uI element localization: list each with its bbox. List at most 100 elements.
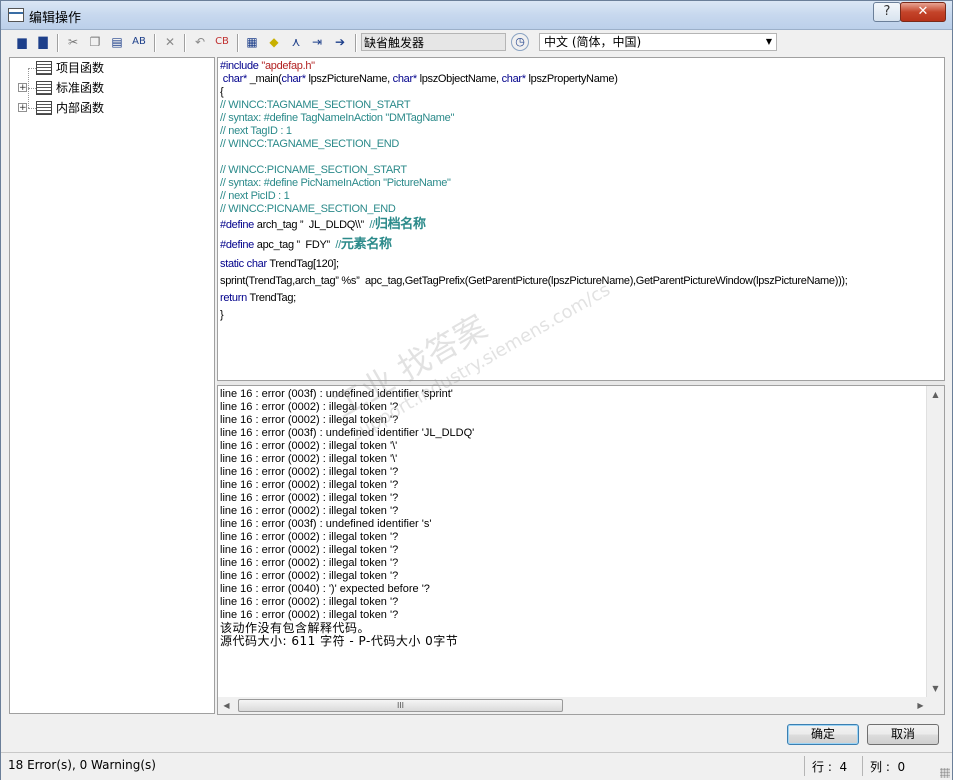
import-icon[interactable]: ⇥ <box>309 34 325 50</box>
code-token: // syntax: #define TagNameInAction "DMTa… <box>220 112 455 124</box>
code-token: arch_tag ” JL_DLDQ\\” <box>256 219 370 231</box>
expand-icon[interactable]: + <box>18 83 27 93</box>
scroll-up-icon[interactable]: ▲ <box>927 386 944 403</box>
vertical-scrollbar[interactable]: ▲ ▼ <box>926 386 944 697</box>
code-token: lpszObjectName, <box>419 73 502 85</box>
tree-item-label: 内部函数 <box>56 101 105 115</box>
object-icon[interactable]: ◆ <box>266 34 282 50</box>
scroll-corner <box>927 697 944 714</box>
code-line: // next PicID : 1 <box>220 190 290 203</box>
scroll-down-icon[interactable]: ▼ <box>927 680 944 697</box>
close-button[interactable]: ✕ <box>900 2 946 22</box>
cancel-button[interactable]: 取消 <box>867 724 939 745</box>
code-token: char* <box>392 73 420 85</box>
code-token: // WINCC:TAGNAME_SECTION_START <box>220 99 411 111</box>
copy-icon[interactable]: ❐ <box>87 34 103 50</box>
ok-button[interactable]: 确定 <box>787 724 859 745</box>
scroll-thumb[interactable]: III <box>238 699 563 712</box>
tree-line <box>28 68 36 69</box>
tree-item-label: 标准函数 <box>56 81 105 95</box>
save-all-icon[interactable]: ▇ <box>35 34 51 50</box>
code-token: // next PicID : 1 <box>220 190 290 202</box>
code-token: #include <box>220 60 262 72</box>
trigger-field[interactable]: 缺省触发器 <box>361 33 506 51</box>
status-divider <box>804 756 805 776</box>
error-line: line 16 : error (0002) : illegal token '… <box>220 492 399 504</box>
tree-item-label: 项目函数 <box>56 61 105 75</box>
function-folder-icon <box>36 81 52 95</box>
code-token: char* <box>281 73 309 85</box>
code-token: TrendTag; <box>249 292 297 304</box>
tree-item-standard-functions[interactable]: + 标准函数 <box>10 79 210 97</box>
save-icon[interactable]: ▆ <box>14 34 30 50</box>
code-token: return <box>220 292 250 304</box>
code-token: "apdefap.h" <box>261 60 315 72</box>
status-divider <box>862 756 863 776</box>
function-icon[interactable]: ⋏ <box>288 34 304 50</box>
code-line: // syntax: #define TagNameInAction "DMTa… <box>220 112 454 125</box>
cut-icon[interactable]: ✂ <box>65 34 81 50</box>
error-summary: 18 Error(s), 0 Warning(s) <box>8 758 156 772</box>
export-icon[interactable]: ➔ <box>332 34 348 50</box>
window-icon <box>8 8 24 22</box>
code-line: #define arch_tag ” JL_DLDQ\\” //归档名称 <box>220 218 426 232</box>
horizontal-scrollbar[interactable]: ◀ III ▶ <box>218 697 929 714</box>
compile-icon[interactable]: CB <box>214 34 230 50</box>
delete-icon[interactable]: ✕ <box>162 34 178 50</box>
code-token: } <box>220 309 224 321</box>
function-tree: 项目函数 + 标准函数 + 内部函数 <box>9 57 215 714</box>
toolbar-separator <box>355 34 357 52</box>
code-line: // WINCC:TAGNAME_SECTION_START <box>220 99 411 112</box>
code-token: char* <box>501 73 529 85</box>
code-line: // WINCC:TAGNAME_SECTION_END <box>220 138 399 151</box>
toolbar: ▆ ▇ ✂ ❐ ▤ AB ✕ ↶ CB ▦ ◆ ⋏ ⇥ ➔ 缺省触发器 ◷ 中文… <box>1 30 952 55</box>
code-token: #define <box>220 219 257 231</box>
code-token: _main( <box>249 73 282 85</box>
code-line: // WINCC:PICNAME_SECTION_START <box>220 164 407 177</box>
code-token: { <box>220 86 224 98</box>
code-token: lpszPictureName, <box>308 73 393 85</box>
function-folder-icon <box>36 61 52 75</box>
code-token: // WINCC:TAGNAME_SECTION_END <box>220 138 400 150</box>
error-line: line 16 : error (0002) : illegal token '… <box>220 531 399 543</box>
code-token: #define <box>220 239 257 251</box>
error-line: line 16 : error (0002) : illegal token '… <box>220 544 399 556</box>
column-indicator: 列 : 0 <box>870 760 906 774</box>
language-value: 中文 (简体，中国) <box>544 35 642 49</box>
code-line: static char TrendTag[120]; <box>220 258 339 271</box>
output-note: 源代码大小: 611 字符 - P-代码大小 0字节 <box>220 634 459 648</box>
code-token: TrendTag[120]; <box>269 258 339 270</box>
scroll-left-icon[interactable]: ◀ <box>218 697 235 714</box>
tags-icon[interactable]: ▦ <box>244 34 260 50</box>
undo-icon[interactable]: ↶ <box>192 34 208 50</box>
code-token: 归档名称 <box>374 217 426 232</box>
toolbar-separator <box>184 34 186 52</box>
replace-icon[interactable]: AB <box>131 34 147 50</box>
code-token: char* <box>220 73 250 85</box>
timer-icon[interactable]: ◷ <box>511 33 529 51</box>
code-line: // WINCC:PICNAME_SECTION_END <box>220 203 396 216</box>
error-line: line 16 : error (0002) : illegal token '… <box>220 557 399 569</box>
code-token: apc_tag ” FDY” <box>256 239 336 251</box>
code-line: } <box>220 309 224 322</box>
tree-line <box>28 88 36 89</box>
error-line: line 16 : error (0002) : illegal token '… <box>220 570 399 582</box>
toolbar-separator <box>57 34 59 52</box>
expand-icon[interactable]: + <box>18 103 27 113</box>
code-line: // next TagID : 1 <box>220 125 292 138</box>
code-line: char* _main(char* lpszPictureName, char*… <box>220 73 618 86</box>
tree-item-project-functions[interactable]: 项目函数 <box>10 59 210 77</box>
title-bar: 编辑操作 ? ✕ <box>1 1 952 30</box>
code-line: #define apc_tag ” FDY” //元素名称 <box>220 238 392 252</box>
code-token: 元素名称 <box>340 237 392 252</box>
code-line: // syntax: #define PicNameInAction "Pict… <box>220 177 451 190</box>
resize-grip[interactable] <box>940 768 950 778</box>
language-select[interactable]: 中文 (简体，中国) ▼ <box>539 33 777 51</box>
paste-icon[interactable]: ▤ <box>109 34 125 50</box>
chevron-down-icon[interactable]: ▼ <box>762 34 776 50</box>
tree-item-internal-functions[interactable]: + 内部函数 <box>10 99 210 117</box>
error-line: line 16 : error (0002) : illegal token '… <box>220 596 399 608</box>
window-title: 编辑操作 <box>29 11 82 26</box>
code-token: // WINCC:PICNAME_SECTION_START <box>220 164 407 176</box>
help-button[interactable]: ? <box>873 2 901 22</box>
